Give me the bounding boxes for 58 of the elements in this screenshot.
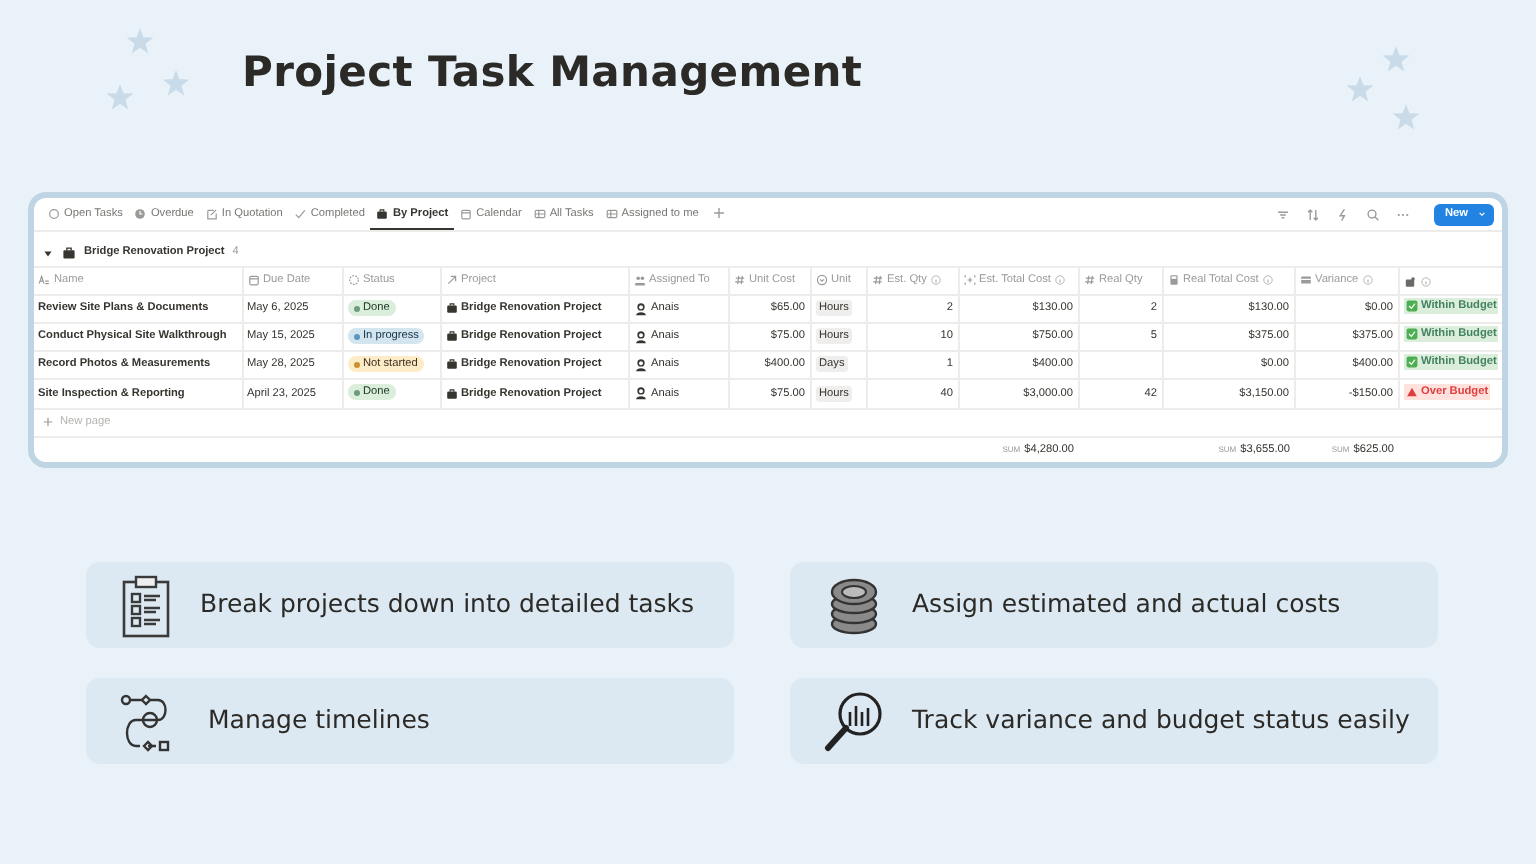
caret-icon[interactable] [42,247,54,259]
calendar-icon [460,208,473,220]
star-icon [106,84,134,110]
page-title: Project Task Management [242,48,863,99]
table-icon [605,208,618,220]
briefcase-icon [445,302,457,315]
feature-text: Manage timelines [208,702,430,739]
sort-icon [1306,207,1321,221]
briefcase-icon [376,208,389,220]
star-icon [1346,76,1374,102]
star-icon [162,70,190,96]
briefcase-icon [445,387,457,400]
feature-text: Break projects down into detailed tasks [200,586,695,623]
star-icon [1392,104,1420,130]
magnifier-icon [824,689,884,753]
feature-text: Track variance and budget status easily [912,702,1410,739]
arrow-icon [445,274,457,287]
feature-text: Assign estimated and actual costs [912,586,1341,623]
search-icon [1366,207,1381,221]
hash-icon [1083,274,1095,287]
calculator-icon [1167,274,1179,287]
avatar-icon [633,357,647,372]
text-icon [38,274,50,287]
info-icon [930,274,943,287]
briefcase-icon [62,246,76,260]
avatar-icon [633,301,647,316]
star-icon [1382,46,1410,72]
clock-icon [134,208,147,220]
checkbox-icon [1405,328,1417,341]
avatar-icon [633,386,647,401]
hash-icon [733,274,745,287]
calendar-icon [247,274,259,287]
hash-icon [871,274,883,287]
info-icon [1419,275,1431,287]
status-icon [347,274,359,287]
wallet-icon [1299,274,1311,287]
edit-icon [205,208,218,220]
briefcase-icon [445,358,457,371]
briefcase-icon [445,330,457,343]
chevron-icon [1476,208,1488,220]
plus-icon [42,416,54,428]
info-icon [1362,274,1375,287]
info-icon [1054,274,1067,287]
plus-icon [712,205,727,220]
avatar-icon [633,329,647,344]
star-icon [126,28,154,54]
checklist-icon [120,573,172,637]
circle-icon [48,208,60,220]
check-icon [294,208,307,220]
table-icon [533,208,546,220]
people-icon [633,274,645,287]
checkbox-icon [1405,300,1417,313]
filter-icon [1276,207,1291,221]
select-icon [815,274,827,287]
info-icon [1262,274,1275,287]
lightning-icon [1336,207,1351,221]
triangle-icon [1405,385,1417,398]
checkbox-icon [1405,356,1417,369]
